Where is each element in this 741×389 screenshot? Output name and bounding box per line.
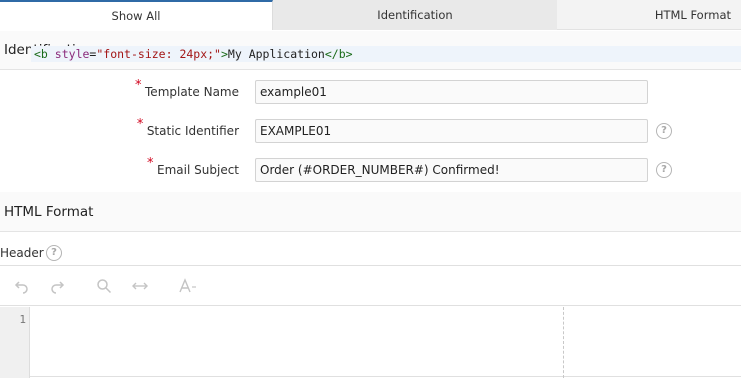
- line-number: 1: [19, 313, 26, 326]
- email-subject-help-icon[interactable]: ?: [656, 162, 672, 178]
- code-close-bracket: >: [220, 47, 228, 61]
- tab-html-format[interactable]: HTML Format: [557, 0, 741, 30]
- editor-gutter: 1: [0, 307, 30, 378]
- template-name-input[interactable]: example01: [255, 80, 648, 104]
- search-icon[interactable]: [94, 276, 114, 296]
- code-text: My Application: [227, 47, 325, 61]
- tab-bar: Show All Identification HTML Format: [0, 0, 741, 30]
- editor-toolbar: [0, 266, 741, 306]
- static-identifier-label: * Static Identifier: [137, 117, 239, 143]
- header-label: Header: [0, 246, 44, 260]
- email-subject-input[interactable]: Order (#ORDER_NUMBER#) Confirmed!: [255, 158, 648, 182]
- required-marker: *: [135, 78, 142, 93]
- section-html-format-header: HTML Format: [0, 192, 741, 232]
- template-name-label: * Template Name: [135, 78, 239, 104]
- required-marker: *: [136, 117, 144, 132]
- header-help-icon[interactable]: ?: [46, 245, 62, 261]
- required-marker: *: [147, 156, 154, 171]
- template-name-label-text: Template Name: [145, 85, 239, 99]
- tab-show-all[interactable]: Show All: [0, 0, 273, 30]
- code-attr-value: "font-size: 24px;": [96, 47, 221, 61]
- code-line-1[interactable]: <b style="font-size: 24px;">My Applicati…: [34, 47, 353, 61]
- section-html-format-title: HTML Format: [4, 203, 94, 220]
- code-end-tag: </b>: [324, 47, 353, 61]
- undo-icon[interactable]: [12, 276, 32, 296]
- code-open-tag: <b: [34, 47, 48, 61]
- code-attr-name: style: [54, 47, 90, 61]
- header-code-editor: 1: [0, 265, 741, 378]
- static-identifier-help-icon[interactable]: ?: [656, 123, 672, 139]
- print-margin-ruler: [563, 307, 564, 378]
- static-identifier-label-text: Static Identifier: [146, 124, 239, 138]
- text-size-icon[interactable]: [178, 276, 198, 296]
- static-identifier-row: * Static Identifier EXAMPLE01 ?: [0, 117, 741, 153]
- email-subject-label-text: Email Subject: [157, 163, 239, 177]
- email-subject-label: * Email Subject: [147, 156, 239, 182]
- tab-identification[interactable]: Identification: [273, 0, 557, 30]
- replace-icon[interactable]: [130, 276, 150, 296]
- static-identifier-input[interactable]: EXAMPLE01: [255, 119, 648, 143]
- template-name-row: * Template Name example01: [0, 78, 741, 114]
- email-subject-row: * Email Subject Order (#ORDER_NUMBER#) C…: [0, 156, 741, 192]
- redo-icon[interactable]: [47, 276, 67, 296]
